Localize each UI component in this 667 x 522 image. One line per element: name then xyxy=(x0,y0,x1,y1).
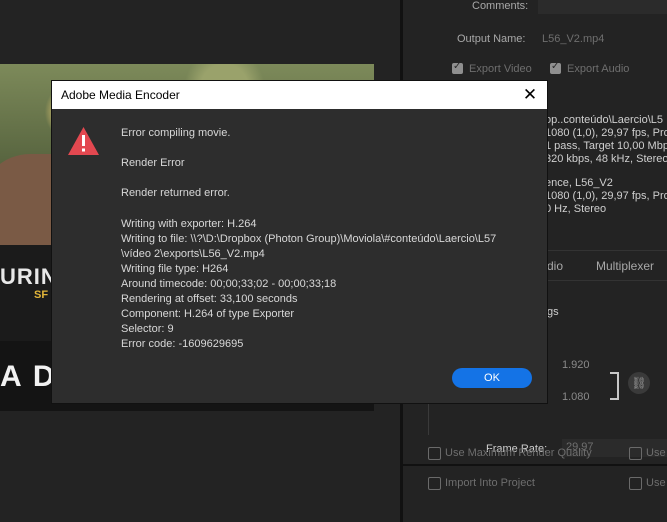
summary-line: 0 Hz, Stereo xyxy=(545,203,607,215)
detail-line: Writing with exporter: H.264 xyxy=(121,218,257,230)
source-summary: ence, L56_V2 1080 (1,0), 29,97 fps, Pro … xyxy=(545,177,667,216)
use-option-checkbox-1[interactable] xyxy=(629,447,642,460)
summary-line: 1080 (1,0), 29,97 fps, Pro xyxy=(545,127,667,139)
dimension-link-bracket xyxy=(610,372,619,400)
basic-settings-header[interactable]: gs xyxy=(547,306,559,318)
import-into-project-label: Import Into Project xyxy=(445,477,535,489)
ok-button[interactable]: OK xyxy=(452,368,532,388)
detail-line: Around timecode: 00;00;33;02 - 00;00;33;… xyxy=(121,278,337,290)
render-returned-text: Render returned error. xyxy=(121,187,230,199)
detail-line: Rendering at offset: 33,100 seconds xyxy=(121,293,298,305)
error-icon xyxy=(68,127,99,155)
error-heading: Error compiling movie. xyxy=(121,127,231,139)
preview-overlay-text-2: A D xyxy=(0,360,57,393)
summary-line: op..conteúdo\Laercio\L5 xyxy=(545,114,664,126)
import-into-project-checkbox[interactable] xyxy=(428,477,441,490)
export-audio-checkbox[interactable] xyxy=(550,61,561,74)
use-option-label-1: Use xyxy=(646,447,666,459)
summary-line: 320 kbps, 48 kHz, Stereo xyxy=(545,153,667,165)
export-video-checkbox[interactable] xyxy=(452,61,463,74)
detail-line: Selector: 9 xyxy=(121,323,174,335)
preview-overlay-text: URIN xyxy=(0,264,58,289)
error-details: Writing with exporter: H.264 Writing to … xyxy=(121,217,496,352)
tab-multiplexer[interactable]: Multiplexer xyxy=(596,259,654,273)
footer-divider xyxy=(403,464,667,466)
comments-field[interactable] xyxy=(538,0,667,14)
use-option-label-2: Use xyxy=(646,477,666,489)
summary-line: 1 pass, Target 10,00 Mbp xyxy=(545,140,667,152)
output-name-label: Output Name: xyxy=(457,33,526,45)
export-audio-label: Export Audio xyxy=(567,63,630,75)
use-max-render-quality-checkbox[interactable] xyxy=(428,447,441,460)
preview-overlay-subtext: SF xyxy=(34,289,49,301)
detail-line: Writing to file: \\?\D:\Dropbox (Photon … xyxy=(121,233,497,245)
summary-line: 1080 (1,0), 29,97 fps, Pro xyxy=(545,190,667,202)
detail-line: Component: H.264 of type Exporter xyxy=(121,308,295,320)
detail-line: Writing file type: H264 xyxy=(121,263,229,275)
link-icon[interactable]: ⛓ xyxy=(628,372,650,394)
output-name-link[interactable]: L56_V2.mp4 xyxy=(542,33,604,45)
render-error-text: Render Error xyxy=(121,157,185,169)
detail-line: Error code: -1609629695 xyxy=(121,338,244,350)
error-dialog: Adobe Media Encoder ✕ Error compiling mo… xyxy=(52,81,547,403)
use-max-render-quality-label: Use Maximum Render Quality xyxy=(445,447,592,459)
use-option-checkbox-2[interactable] xyxy=(629,477,642,490)
output-summary: op..conteúdo\Laercio\L5 1080 (1,0), 29,9… xyxy=(545,114,667,166)
tab-audio[interactable]: dio xyxy=(547,259,563,273)
comments-label: Comments: xyxy=(472,0,529,12)
export-video-label: Export Video xyxy=(469,63,532,75)
detail-line: \vídeo 2\exports\L56_V2.mp4 xyxy=(121,248,265,260)
close-icon[interactable]: ✕ xyxy=(519,84,541,106)
dialog-titlebar[interactable]: Adobe Media Encoder ✕ xyxy=(52,81,547,109)
width-value[interactable]: 1.920 xyxy=(562,359,590,371)
height-value[interactable]: 1.080 xyxy=(562,391,590,403)
summary-line: ence, L56_V2 xyxy=(545,177,613,189)
dialog-title: Adobe Media Encoder xyxy=(61,88,180,102)
